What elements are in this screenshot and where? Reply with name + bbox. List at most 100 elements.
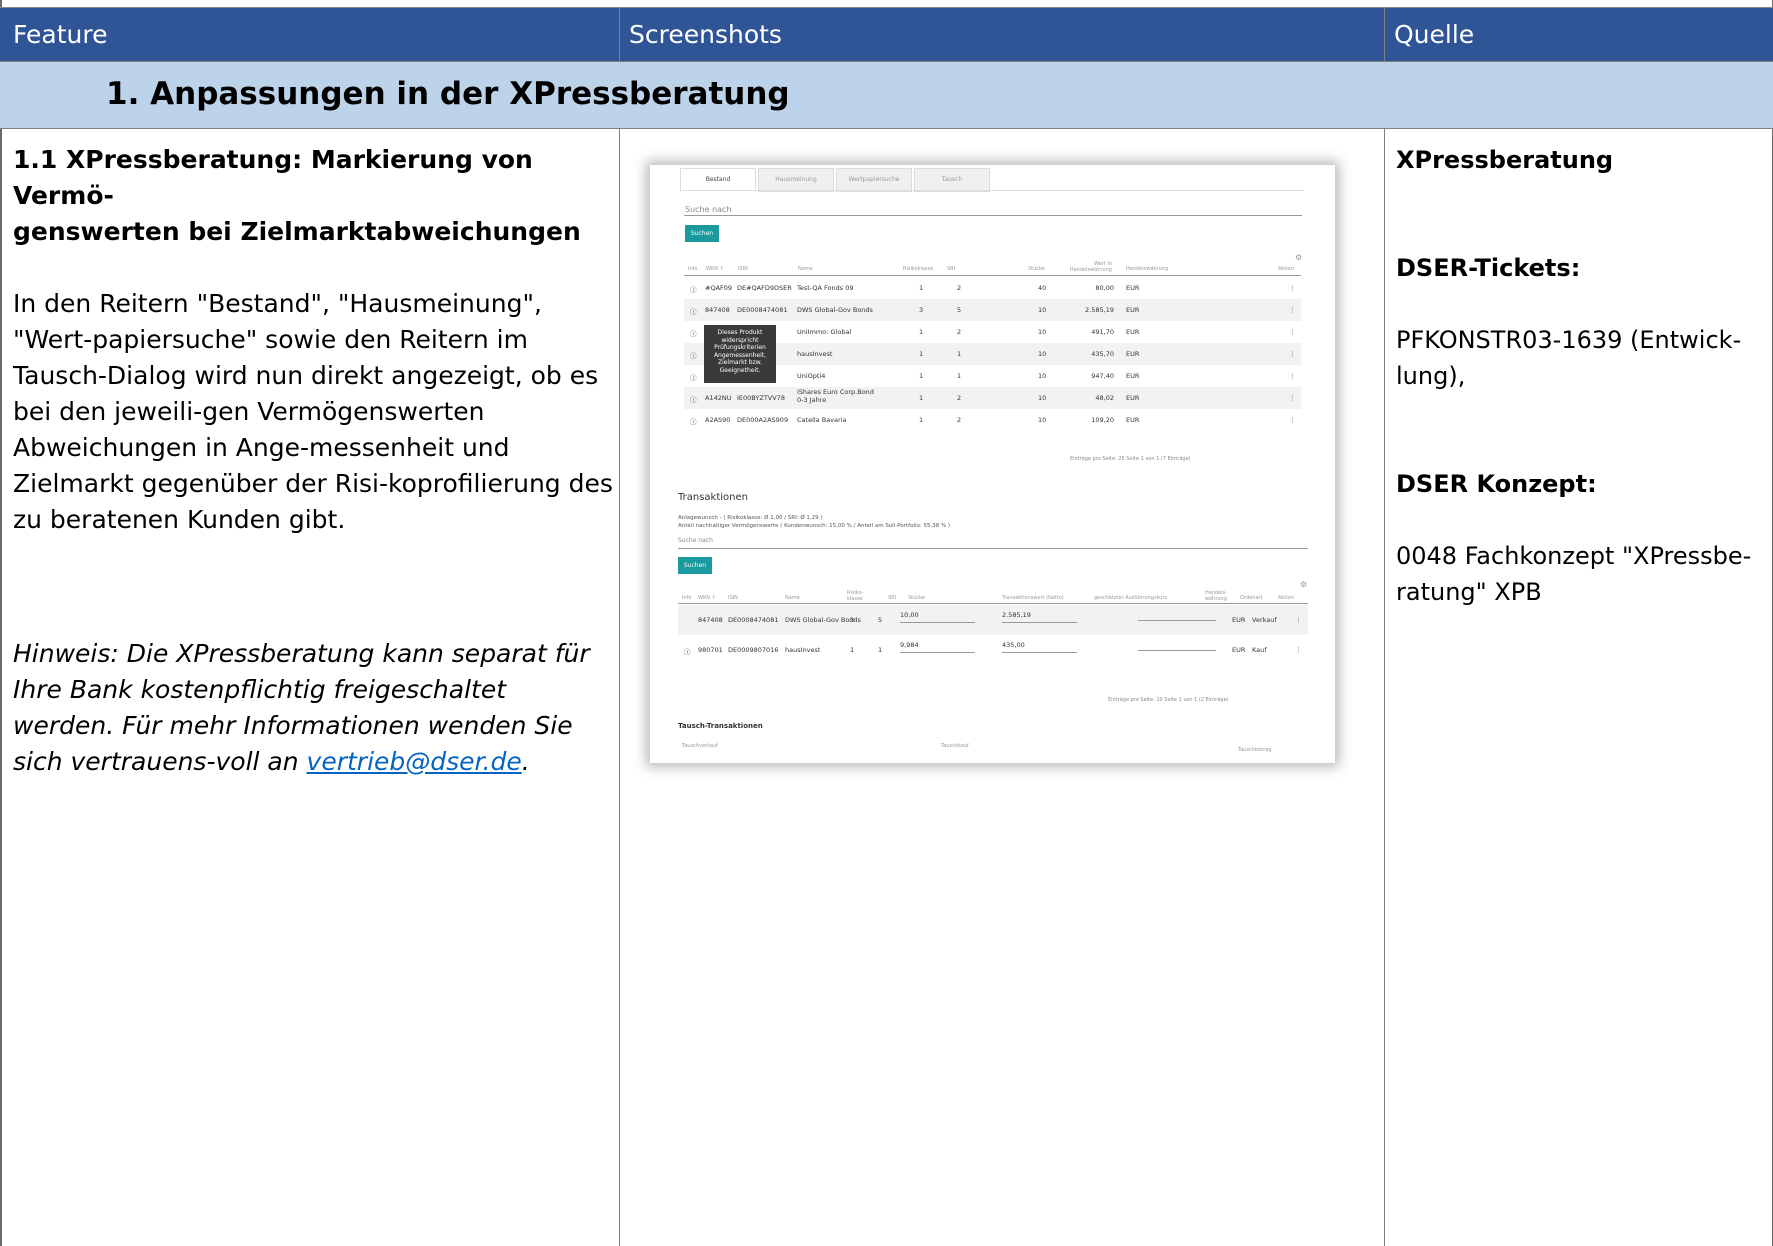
tcol-isin: ISIN (728, 595, 738, 601)
wert: 491,70 (1091, 328, 1114, 336)
action-menu-icon[interactable]: ⋮ (1289, 284, 1296, 292)
transaction-row[interactable]: 847408 DE0008474081 DWS Global-Gov Bonds 3 5… (678, 605, 1308, 635)
feature-title-line2: genswerten bei Zielmarktabweichungen (13, 217, 581, 246)
transaction-row[interactable]: ⓘ 980701 DE0009807016 hausInvest 1 1 9,984 435,… (678, 635, 1308, 665)
wert-input[interactable]: 2.585,19 (1002, 611, 1077, 623)
wkn: A142NU (705, 394, 732, 402)
risikoklasse: 3 (919, 306, 924, 314)
action-menu-icon[interactable]: ⋮ (1295, 646, 1302, 654)
sri: 2 (957, 416, 962, 424)
action-menu-icon[interactable]: ⋮ (1295, 616, 1302, 624)
info-icon[interactable]: ⓘ (690, 416, 697, 426)
info-icon[interactable]: ⓘ (690, 350, 697, 360)
action-menu-icon[interactable]: ⋮ (1289, 328, 1296, 336)
action-menu-icon[interactable]: ⋮ (1289, 394, 1296, 402)
header-underline (684, 275, 1301, 276)
stuecke-input[interactable]: 10,00 (900, 611, 975, 623)
info-icon[interactable]: ⓘ (690, 394, 697, 404)
name: DWS Global-Gov Bonds (797, 306, 873, 314)
header-feature: Feature (13, 20, 108, 49)
header-quelle: Quelle (1394, 20, 1475, 49)
col-wkn[interactable]: WKN ↑ (706, 266, 724, 272)
feature-hint: Hinweis: Die XPressberatung kann separat… (13, 636, 613, 780)
tab-bar: Bestand Hausmeinung Wertpapiersuche Tausch (680, 168, 992, 192)
col-aktion: Aktion (1278, 266, 1294, 272)
settings-icon[interactable]: ⚙ (1295, 253, 1302, 262)
table-row[interactable]: ⓘ809UniOpti41110947,40EUR⋮ (684, 365, 1301, 387)
tausch-col-kauf: Tauschkauf (941, 743, 969, 749)
table-row[interactable]: ⓘ A2AS90 DE000A2AS909 Catella Bavaria 1 2 10 10… (684, 409, 1301, 431)
tab-underline (682, 190, 1304, 191)
tcol-kurs: geschätzter Ausführungskurs (1094, 595, 1168, 601)
tab-tausch[interactable]: Tausch (914, 168, 990, 192)
name: Test-QA Fonds 09 (797, 284, 854, 292)
name: hausInvest (785, 646, 821, 654)
feature-description: In den Reitern "Bestand", "Hausmeinung",… (13, 289, 613, 534)
email-link[interactable]: vertrieb@dser.de (307, 747, 522, 776)
warning-tooltip: Dieses Produkt widerspricht Prüfungskrit… (704, 325, 776, 383)
info-icon[interactable]: ⓘ (684, 646, 691, 656)
divider (619, 7, 620, 61)
tcol-info: Info (682, 595, 692, 601)
stuecke-input[interactable]: 9,984 (900, 641, 975, 653)
pager[interactable]: Einträge pro Seite: 25 Seite 1 von 1 (7 … (1070, 456, 1191, 462)
concept-label: DSER Konzept: (1396, 470, 1597, 498)
tab-hausmeinung[interactable]: Hausmeinung (758, 168, 834, 192)
kurs-input[interactable] (1138, 611, 1216, 621)
name: hausInvest (797, 350, 833, 358)
col-handelswaehrung: Handelswährung (1126, 266, 1169, 272)
source-name: XPressberatung (1396, 146, 1614, 174)
tab-bestand[interactable]: Bestand (680, 168, 756, 192)
tcol-risikoklasse: Risiko-klasse (847, 590, 864, 602)
info-icon[interactable]: ⓘ (690, 328, 697, 338)
col-isin: ISIN (738, 266, 748, 272)
action-menu-icon[interactable]: ⋮ (1289, 306, 1296, 314)
trans-header-underline (678, 603, 1308, 604)
wert-input[interactable]: 435,00 (1002, 641, 1077, 653)
waehrung: EUR (1126, 416, 1140, 424)
waehrung: EUR (1126, 328, 1140, 336)
feature-cell: 1.1 XPressberatung: Markierung von Vermö… (13, 142, 613, 780)
waehrung: EUR (1126, 394, 1140, 402)
concept-value: 0048 Fachkonzept "XPressbe-ratung" XPB (1396, 542, 1752, 606)
trans-pager[interactable]: Einträge pro Seite: 10 Seite 1 von 1 (2 … (1108, 697, 1229, 703)
stuecke: 10 (1038, 350, 1047, 358)
info-icon[interactable]: ⓘ (690, 372, 697, 382)
tausch-col-verkauf: Tauschverkauf (682, 743, 718, 749)
col-name: Name (798, 266, 813, 272)
info-icon[interactable]: ⓘ (690, 306, 697, 316)
sri: 1 (957, 372, 962, 380)
tcol-waehrung: Handels-währung (1205, 590, 1228, 602)
table-row[interactable]: ⓘ #QAF09 DE#QAFD9DSER Test-QA Fonds 09 1 2 40 8… (684, 277, 1301, 299)
trans-search-button[interactable]: Suchen (678, 557, 712, 574)
table-row[interactable]: ⓘ A142NU IE00BYZTVV78 iShares Euro Corp.Bon… (684, 387, 1301, 409)
ordenart: Verkauf (1252, 616, 1277, 624)
table-row[interactable]: ⓘ5556UniImmo: Global1210491,70EUR⋮ (684, 321, 1301, 343)
tausch-title: Tausch-Transaktionen (678, 722, 763, 730)
kurs-input[interactable] (1138, 641, 1216, 651)
search-input[interactable]: Suche nach (685, 205, 732, 214)
waehrung: EUR (1126, 306, 1140, 314)
ordenart: Kauf (1252, 646, 1267, 654)
table-row[interactable]: ⓘ 847408 DE0008474081 DWS Global-Gov Bonds 3… (684, 299, 1301, 321)
action-menu-icon[interactable]: ⋮ (1289, 372, 1296, 380)
screenshot-image: Bestand Hausmeinung Wertpapiersuche Tausch … (650, 165, 1335, 763)
trans-search-input[interactable]: Suche nach (678, 537, 713, 544)
search-underline (684, 215, 1302, 216)
tab-wertpapiersuche[interactable]: Wertpapiersuche (836, 168, 912, 192)
wert: 2.585,19 (1085, 306, 1114, 314)
tcol-wkn[interactable]: WKN ↑ (698, 595, 716, 601)
info-icon[interactable]: ⓘ (690, 284, 697, 294)
risikoklasse: 1 (919, 416, 924, 424)
table-row[interactable]: ⓘ7016hausInvest1110435,70EUR⋮ (684, 343, 1301, 365)
sri: 5 (957, 306, 962, 314)
table-header: Feature Screenshots Quelle (0, 7, 1773, 61)
trans-settings-icon[interactable]: ⚙ (1300, 580, 1307, 589)
name: Catella Bavaria (797, 416, 847, 424)
feature-title-line1: 1.1 XPressberatung: Markierung von Vermö… (13, 145, 533, 210)
action-menu-icon[interactable]: ⋮ (1289, 350, 1296, 358)
divider (1384, 129, 1385, 1246)
col-sri: SRI (947, 266, 956, 272)
action-menu-icon[interactable]: ⋮ (1289, 416, 1296, 424)
search-button[interactable]: Suchen (685, 225, 719, 242)
